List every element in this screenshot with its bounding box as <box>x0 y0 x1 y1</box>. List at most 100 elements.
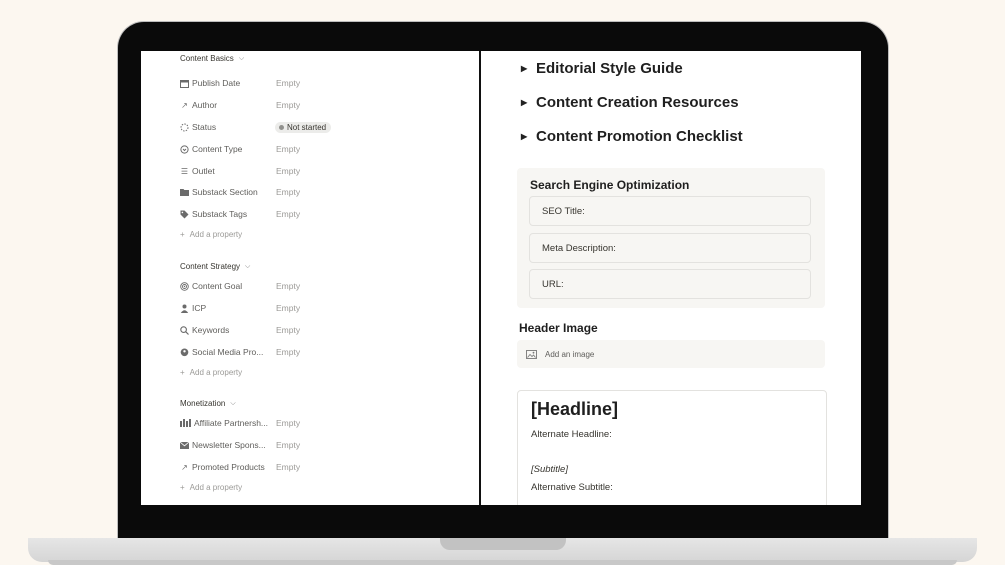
toggle-content-promotion-checklist[interactable]: ▶ Content Promotion Checklist <box>521 128 743 145</box>
property-value[interactable]: Empty <box>276 209 300 219</box>
envelope-icon <box>180 441 189 450</box>
property-value[interactable]: Empty <box>276 144 300 154</box>
plus-icon: + <box>180 368 185 377</box>
property-row-content-goal[interactable]: Content Goal Empty <box>180 279 470 293</box>
url-field[interactable]: URL: <box>529 269 811 299</box>
status-dot-icon <box>279 124 284 130</box>
property-name: Author <box>192 100 218 110</box>
headline-card: [Headline] Alternate Headline: [Subtitle… <box>517 390 827 505</box>
property-row-outlet[interactable]: ☰ Outlet Empty <box>180 164 470 178</box>
property-value[interactable]: Empty <box>276 325 300 335</box>
property-row-promoted-products[interactable]: ↗ Promoted Products Empty <box>180 460 470 474</box>
target-icon <box>180 281 189 291</box>
meta-description-field[interactable]: Meta Description: <box>529 233 811 263</box>
section-title: Content Basics <box>180 54 234 63</box>
arrow-up-right-icon: ↗ <box>181 462 188 472</box>
status-spinner-icon <box>180 123 189 132</box>
property-row-publish-date[interactable]: Publish Date Empty <box>180 76 470 90</box>
seo-callout: Search Engine Optimization SEO Title: Me… <box>517 168 825 308</box>
property-name: Content Type <box>192 144 243 154</box>
image-icon <box>526 349 537 359</box>
list-icon: ☰ <box>180 166 189 176</box>
add-image-button[interactable]: Add an image <box>517 340 825 368</box>
section-title: Monetization <box>180 399 226 408</box>
triangle-right-icon[interactable]: ▶ <box>521 98 529 107</box>
subtitle-text[interactable]: [Subtitle] <box>531 464 568 475</box>
property-value[interactable]: Empty <box>276 347 300 357</box>
add-image-label: Add an image <box>545 349 595 359</box>
property-row-status[interactable]: Status Not started <box>180 120 470 134</box>
triangle-right-icon[interactable]: ▶ <box>521 64 529 73</box>
property-value[interactable]: Empty <box>276 281 300 291</box>
chevron-down-icon: ⌵ <box>245 262 251 270</box>
chevron-down-icon: ⌵ <box>230 399 236 407</box>
property-name: Promoted Products <box>192 462 265 472</box>
search-icon <box>180 325 189 335</box>
property-row-substack-section[interactable]: Substack Section Empty <box>180 185 470 199</box>
plus-icon: + <box>180 230 185 239</box>
add-property-button[interactable]: + Add a property <box>180 483 242 492</box>
property-name: Outlet <box>192 166 215 176</box>
circle-chevron-icon <box>180 144 189 154</box>
headline-text[interactable]: [Headline] <box>531 399 618 420</box>
property-name: Content Goal <box>192 281 243 291</box>
add-property-label: Add a property <box>189 483 243 492</box>
property-value[interactable]: Empty <box>276 418 300 428</box>
property-value[interactable]: Empty <box>276 166 300 176</box>
property-value[interactable]: Empty <box>276 462 300 472</box>
property-name: Status <box>192 122 217 132</box>
calendar-icon <box>180 79 189 88</box>
property-value[interactable]: Empty <box>276 187 300 197</box>
toggle-title: Content Creation Resources <box>536 94 739 111</box>
property-row-newsletter-sponsors[interactable]: Newsletter Spons... Empty <box>180 438 470 452</box>
section-header-content-strategy[interactable]: Content Strategy ⌵ <box>180 262 250 271</box>
add-property-label: Add a property <box>189 368 243 377</box>
seo-title-field[interactable]: SEO Title: <box>529 196 811 226</box>
property-name: Newsletter Spons... <box>192 440 266 450</box>
property-value[interactable]: Empty <box>276 303 300 313</box>
properties-panel: Content Basics ⌵ Publish Date Empty ↗ Au… <box>141 51 479 505</box>
plus-icon: + <box>180 483 185 492</box>
status-badge[interactable]: Not started <box>275 121 332 133</box>
triangle-right-icon[interactable]: ▶ <box>521 132 529 141</box>
alternate-headline-text[interactable]: Alternate Headline: <box>531 429 612 440</box>
add-property-button[interactable]: + Add a property <box>180 368 242 377</box>
property-name: Substack Section <box>192 187 258 197</box>
property-row-social-media[interactable]: Social Media Pro... Empty <box>180 345 470 359</box>
property-row-author[interactable]: ↗ Author Empty <box>180 98 470 112</box>
add-property-button[interactable]: + Add a property <box>180 230 242 239</box>
add-property-label: Add a property <box>189 230 243 239</box>
property-row-substack-tags[interactable]: Substack Tags Empty <box>180 207 470 221</box>
chevron-down-icon: ⌵ <box>238 54 245 62</box>
property-row-keywords[interactable]: Keywords Empty <box>180 323 470 337</box>
section-title: Content Strategy <box>180 262 241 271</box>
alternative-subtitle-text[interactable]: Alternative Subtitle: <box>531 482 613 493</box>
property-value[interactable]: Empty <box>276 100 300 110</box>
person-icon <box>180 304 189 313</box>
toggle-editorial-style-guide[interactable]: ▶ Editorial Style Guide <box>521 60 683 77</box>
tag-icon <box>180 210 189 219</box>
property-name: ICP <box>192 303 207 313</box>
screen: Content Basics ⌵ Publish Date Empty ↗ Au… <box>141 51 861 505</box>
property-name: Affiliate Partnersh... <box>194 418 269 428</box>
property-value[interactable]: Empty <box>276 440 300 450</box>
property-row-content-type[interactable]: Content Type Empty <box>180 142 470 156</box>
property-name: Publish Date <box>192 78 241 88</box>
laptop-notch <box>440 538 566 550</box>
toggle-title: Editorial Style Guide <box>536 60 683 77</box>
arrow-up-right-icon: ↗ <box>181 100 188 110</box>
toggle-title: Content Promotion Checklist <box>536 128 743 145</box>
status-badge-label: Not started <box>287 122 327 132</box>
property-row-icp[interactable]: ICP Empty <box>180 301 470 315</box>
laptop-base-lip <box>48 560 957 565</box>
property-value[interactable]: Empty <box>276 78 300 88</box>
section-header-content-basics[interactable]: Content Basics ⌵ <box>180 54 244 63</box>
property-row-affiliate[interactable]: Affiliate Partnersh... Empty <box>180 416 470 430</box>
property-name: Social Media Pro... <box>192 347 264 357</box>
section-header-monetization[interactable]: Monetization ⌵ <box>180 399 236 408</box>
property-name: Substack Tags <box>192 209 248 219</box>
seo-heading: Search Engine Optimization <box>530 178 690 192</box>
toggle-content-creation-resources[interactable]: ▶ Content Creation Resources <box>521 94 739 111</box>
folder-icon <box>180 188 189 197</box>
chat-icon <box>180 348 189 357</box>
